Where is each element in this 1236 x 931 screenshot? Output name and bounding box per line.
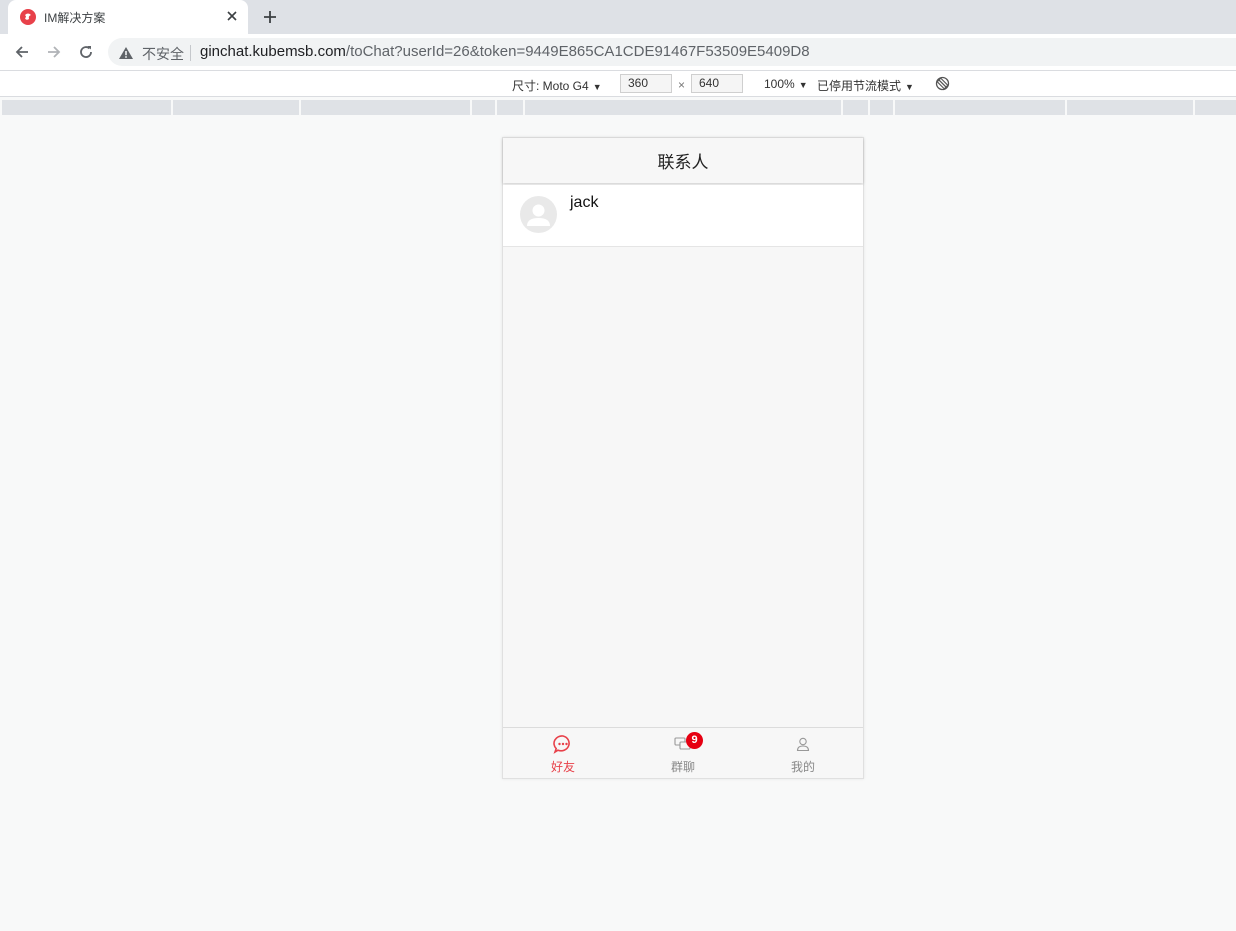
throttle-select[interactable]: 已停用节流模式 ▼ (817, 77, 914, 94)
tab-friends[interactable]: 好友 (503, 728, 623, 778)
address-bar[interactable]: 不安全 ginchat.kubemsb.com/toChat?userId=26… (108, 38, 1236, 66)
ruler-segment[interactable] (843, 100, 868, 115)
media-query-ruler (0, 97, 1236, 116)
caret-down-icon: ▼ (905, 82, 914, 92)
height-input[interactable]: 640 (691, 74, 743, 93)
browser-toolbar: 不安全 ginchat.kubemsb.com/toChat?userId=26… (0, 34, 1236, 70)
ruler-segment[interactable] (525, 100, 841, 115)
tab-strip: IM解决方案 (0, 0, 1236, 34)
device-label: 尺寸: Moto G4 (512, 79, 589, 93)
width-input[interactable]: 360 (620, 74, 672, 93)
url-path: /toChat?userId=26&token=9449E865CA1CDE91… (345, 43, 810, 60)
bottom-tabbar: 好友 9 群聊 我的 (503, 727, 863, 778)
device-viewport: 联系人 jack 好友 9 群聊 我的 (502, 137, 864, 779)
device-select[interactable]: 尺寸: Moto G4 ▼ (512, 77, 602, 94)
user-icon (793, 734, 813, 754)
ruler-segment[interactable] (1195, 100, 1236, 115)
url-text: ginchat.kubemsb.com/toChat?userId=26&tok… (200, 43, 810, 60)
rotate-icon[interactable] (935, 76, 950, 94)
tab-label: 好友 (550, 760, 575, 774)
ruler-segment[interactable] (2, 100, 171, 115)
close-tab-icon[interactable] (223, 7, 241, 25)
reload-icon[interactable] (76, 42, 96, 62)
zoom-label: 100% (764, 77, 795, 91)
caret-down-icon: ▼ (798, 80, 808, 90)
warning-icon[interactable] (118, 45, 134, 59)
security-label: 不安全 (142, 46, 184, 62)
ruler-segment[interactable] (870, 100, 893, 115)
user-avatar-icon (527, 204, 550, 226)
app-header: 联系人 (503, 138, 863, 183)
ruler-segment[interactable] (497, 100, 523, 115)
tab-label: 我的 (790, 760, 815, 774)
caret-down-icon: ▼ (592, 82, 602, 92)
back-icon[interactable] (12, 42, 32, 62)
contact-name: jack (570, 194, 599, 211)
ruler-segment[interactable] (173, 100, 299, 115)
app-logo-icon (20, 9, 36, 25)
times-sign: × (678, 78, 686, 92)
tab-me[interactable]: 我的 (743, 728, 863, 778)
unread-badge: 9 (686, 732, 703, 749)
chat-bubble-icon (553, 734, 573, 754)
avatar (520, 196, 557, 233)
browser-tab[interactable]: IM解决方案 (8, 0, 248, 34)
device-toolbar: 尺寸: Moto G4 ▼ 360 × 640 100% ▼ 已停用节流模式 ▼ (0, 70, 1236, 97)
tab-group-chat[interactable]: 9 群聊 (623, 728, 743, 778)
throttle-label: 已停用节流模式 (817, 79, 902, 93)
list-item[interactable]: jack (503, 185, 863, 247)
divider (190, 45, 191, 61)
zoom-select[interactable]: 100% ▼ (764, 77, 808, 91)
ruler-segment[interactable] (472, 100, 495, 115)
ruler-segment[interactable] (1067, 100, 1193, 115)
new-tab-icon[interactable] (260, 7, 280, 27)
ruler-segment[interactable] (301, 100, 470, 115)
url-host: ginchat.kubemsb.com (200, 43, 346, 60)
ruler-segment[interactable] (895, 100, 1065, 115)
tab-label: 群聊 (670, 760, 695, 774)
page-title: 联系人 (657, 153, 709, 173)
forward-icon[interactable] (44, 42, 64, 62)
tab-title: IM解决方案 (44, 11, 106, 25)
